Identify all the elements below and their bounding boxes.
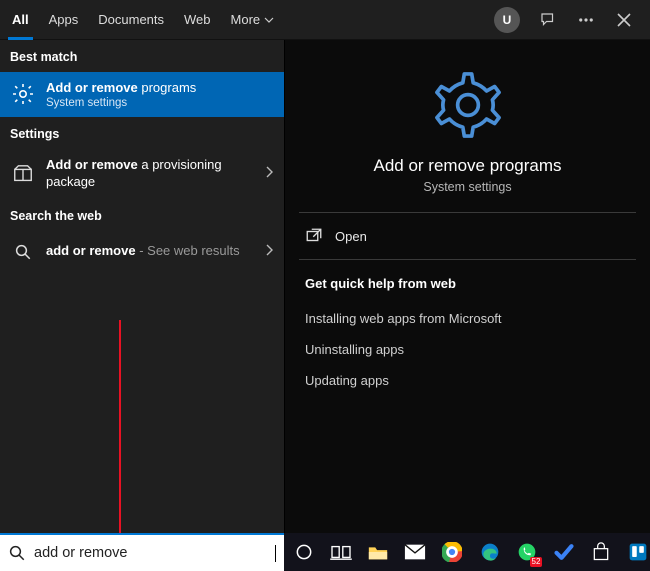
tab-documents[interactable]: Documents bbox=[88, 0, 174, 39]
taskbar-edge[interactable] bbox=[478, 539, 501, 565]
tab-web[interactable]: Web bbox=[174, 0, 221, 39]
result-settings-provisioning[interactable]: Add or remove a provisioning package bbox=[0, 149, 284, 199]
search-web-header: Search the web bbox=[0, 199, 284, 231]
taskbar-mail[interactable] bbox=[404, 539, 427, 565]
help-link-update[interactable]: Updating apps bbox=[305, 365, 630, 396]
tab-apps[interactable]: Apps bbox=[39, 0, 89, 39]
open-icon bbox=[305, 227, 323, 245]
close-icon[interactable] bbox=[614, 10, 634, 30]
chevron-right-icon bbox=[264, 243, 274, 261]
detail-pane: Add or remove programs System settings O… bbox=[284, 40, 650, 533]
settings-header: Settings bbox=[0, 117, 284, 149]
search-scope-tabs: All Apps Documents Web More U bbox=[0, 0, 650, 40]
search-icon bbox=[10, 239, 36, 265]
taskbar-chrome[interactable] bbox=[441, 539, 464, 565]
tab-all[interactable]: All bbox=[2, 12, 39, 27]
chevron-right-icon bbox=[264, 165, 274, 183]
taskbar-taskview[interactable] bbox=[329, 539, 352, 565]
detail-subtitle: System settings bbox=[423, 180, 511, 194]
taskbar-trello[interactable] bbox=[627, 539, 650, 565]
result-best-match[interactable]: Add or remove programs System settings bbox=[0, 72, 284, 117]
detail-title: Add or remove programs bbox=[373, 156, 561, 176]
taskbar-whatsapp[interactable]: 52 bbox=[515, 539, 538, 565]
feedback-icon[interactable] bbox=[538, 10, 558, 30]
notification-badge: 52 bbox=[530, 557, 543, 567]
help-link-uninstall[interactable]: Uninstalling apps bbox=[305, 334, 630, 365]
taskbar-store[interactable] bbox=[590, 539, 613, 565]
taskbar: 52 bbox=[284, 533, 650, 571]
tab-more[interactable]: More bbox=[221, 0, 285, 39]
taskbar-todo[interactable] bbox=[552, 539, 575, 565]
chevron-down-icon bbox=[264, 15, 274, 25]
best-match-header: Best match bbox=[0, 40, 284, 72]
search-input[interactable] bbox=[34, 545, 267, 561]
search-icon bbox=[8, 544, 26, 562]
results-pane: Best match Add or remove programs System… bbox=[0, 40, 284, 533]
taskbar-file-explorer[interactable] bbox=[366, 539, 389, 565]
gear-large-icon bbox=[431, 68, 505, 142]
taskbar-cortana[interactable] bbox=[292, 539, 315, 565]
more-options-icon[interactable] bbox=[576, 10, 596, 30]
help-link-install[interactable]: Installing web apps from Microsoft bbox=[305, 303, 630, 334]
result-web[interactable]: add or remove - See web results bbox=[0, 231, 284, 273]
package-icon bbox=[10, 161, 36, 187]
help-heading: Get quick help from web bbox=[305, 276, 630, 291]
action-open[interactable]: Open bbox=[285, 213, 650, 259]
gear-icon bbox=[10, 81, 36, 107]
user-avatar[interactable]: U bbox=[494, 7, 520, 33]
search-bar[interactable] bbox=[0, 533, 284, 571]
